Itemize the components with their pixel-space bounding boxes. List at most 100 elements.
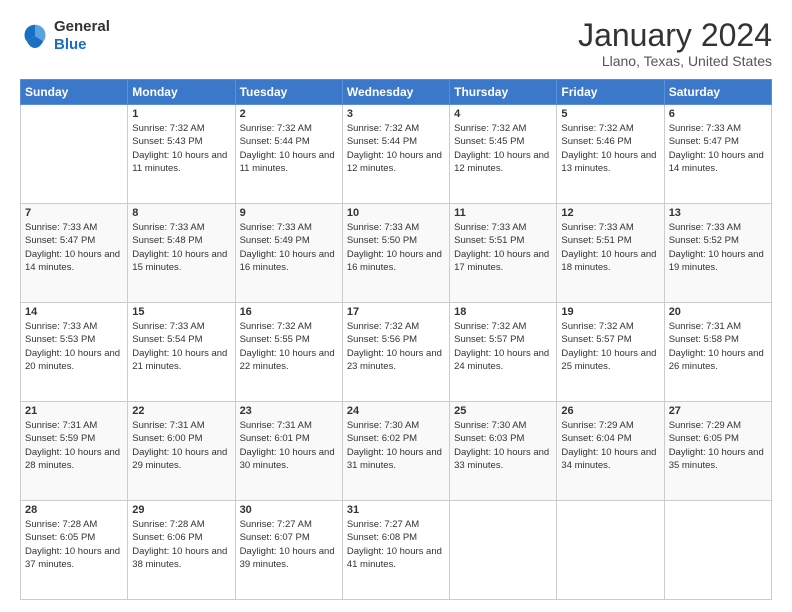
- logo-icon: [20, 21, 50, 51]
- cell-info: Sunrise: 7:27 AMSunset: 6:07 PMDaylight:…: [240, 518, 338, 571]
- cell-info: Sunrise: 7:32 AMSunset: 5:44 PMDaylight:…: [347, 122, 445, 175]
- day-number: 30: [240, 504, 338, 516]
- cell-info: Sunrise: 7:29 AMSunset: 6:04 PMDaylight:…: [561, 419, 659, 472]
- cell-info: Sunrise: 7:32 AMSunset: 5:44 PMDaylight:…: [240, 122, 338, 175]
- day-number: 9: [240, 207, 338, 219]
- page: General Blue January 2024 Llano, Texas, …: [0, 0, 792, 612]
- calendar-cell: 16Sunrise: 7:32 AMSunset: 5:55 PMDayligh…: [235, 303, 342, 402]
- day-number: 29: [132, 504, 230, 516]
- calendar-cell: 29 Sunrise: 7:28 AMSunset: 6:06 PMDayligh…: [128, 501, 235, 600]
- day-number: 25: [454, 405, 552, 417]
- cell-info: Sunrise: 7:32 AMSunset: 5:43 PMDaylight:…: [132, 122, 230, 175]
- day-number: 17: [347, 306, 445, 318]
- calendar-cell: 27 Sunrise: 7:29 AMSunset: 6:05 PMDayligh…: [664, 402, 771, 501]
- calendar-cell: 26 Sunrise: 7:29 AMSunset: 6:04 PMDayligh…: [557, 402, 664, 501]
- logo-text: General Blue: [54, 18, 110, 54]
- calendar-cell: 7Sunrise: 7:33 AMSunset: 5:47 PMDaylight…: [21, 204, 128, 303]
- day-number: 19: [561, 306, 659, 318]
- calendar-cell: 18Sunrise: 7:32 AMSunset: 5:57 PMDayligh…: [450, 303, 557, 402]
- day-number: 28: [25, 504, 123, 516]
- logo-blue: Blue: [54, 36, 110, 54]
- logo-general: General: [54, 18, 110, 36]
- cell-info: Sunrise: 7:31 AMSunset: 6:00 PMDaylight:…: [132, 419, 230, 472]
- cell-info: Sunrise: 7:27 AMSunset: 6:08 PMDaylight:…: [347, 518, 445, 571]
- col-sunday: Sunday: [21, 80, 128, 105]
- calendar-cell: 11 Sunrise: 7:33 AMSunset: 5:51 PMDayligh…: [450, 204, 557, 303]
- calendar-cell: 19 Sunrise: 7:32 AMSunset: 5:57 PMDayligh…: [557, 303, 664, 402]
- day-number: 24: [347, 405, 445, 417]
- calendar-cell: 4 Sunrise: 7:32 AMSunset: 5:45 PMDaylight…: [450, 105, 557, 204]
- day-number: 12: [561, 207, 659, 219]
- day-number: 3: [347, 108, 445, 120]
- cell-info: Sunrise: 7:32 AMSunset: 5:57 PMDaylight:…: [561, 320, 659, 373]
- cell-info: Sunrise: 7:28 AMSunset: 6:05 PMDaylight:…: [25, 518, 123, 571]
- calendar-cell: 15 Sunrise: 7:33 AMSunset: 5:54 PMDayligh…: [128, 303, 235, 402]
- day-number: 23: [240, 405, 338, 417]
- logo: General Blue: [20, 18, 110, 54]
- cell-info: Sunrise: 7:33 AMSunset: 5:53 PMDaylight:…: [25, 320, 123, 373]
- calendar-cell: 25Sunrise: 7:30 AMSunset: 6:03 PMDayligh…: [450, 402, 557, 501]
- calendar-cell: 22Sunrise: 7:31 AMSunset: 6:00 PMDayligh…: [128, 402, 235, 501]
- header: General Blue January 2024 Llano, Texas, …: [20, 18, 772, 69]
- day-number: 31: [347, 504, 445, 516]
- cell-info: Sunrise: 7:33 AMSunset: 5:52 PMDaylight:…: [669, 221, 767, 274]
- calendar-cell: [21, 105, 128, 204]
- calendar-cell: 21 Sunrise: 7:31 AMSunset: 5:59 PMDayligh…: [21, 402, 128, 501]
- day-number: 10: [347, 207, 445, 219]
- day-number: 14: [25, 306, 123, 318]
- col-thursday: Thursday: [450, 80, 557, 105]
- calendar-cell: 2 Sunrise: 7:32 AMSunset: 5:44 PMDaylight…: [235, 105, 342, 204]
- cell-info: Sunrise: 7:31 AMSunset: 6:01 PMDaylight:…: [240, 419, 338, 472]
- cell-info: Sunrise: 7:33 AMSunset: 5:47 PMDaylight:…: [669, 122, 767, 175]
- col-monday: Monday: [128, 80, 235, 105]
- cell-info: Sunrise: 7:31 AMSunset: 5:58 PMDaylight:…: [669, 320, 767, 373]
- calendar-cell: 3 Sunrise: 7:32 AMSunset: 5:44 PMDaylight…: [342, 105, 449, 204]
- cell-info: Sunrise: 7:31 AMSunset: 5:59 PMDaylight:…: [25, 419, 123, 472]
- day-number: 11: [454, 207, 552, 219]
- col-friday: Friday: [557, 80, 664, 105]
- calendar-cell: 6 Sunrise: 7:33 AMSunset: 5:47 PMDaylight…: [664, 105, 771, 204]
- day-number: 26: [561, 405, 659, 417]
- calendar-cell: 14 Sunrise: 7:33 AMSunset: 5:53 PMDayligh…: [21, 303, 128, 402]
- cell-info: Sunrise: 7:28 AMSunset: 6:06 PMDaylight:…: [132, 518, 230, 571]
- calendar-week-4: 21 Sunrise: 7:31 AMSunset: 5:59 PMDayligh…: [21, 402, 772, 501]
- calendar-cell: 23 Sunrise: 7:31 AMSunset: 6:01 PMDayligh…: [235, 402, 342, 501]
- calendar-week-3: 14 Sunrise: 7:33 AMSunset: 5:53 PMDayligh…: [21, 303, 772, 402]
- day-number: 21: [25, 405, 123, 417]
- calendar-header-row: Sunday Monday Tuesday Wednesday Thursday…: [21, 80, 772, 105]
- day-number: 16: [240, 306, 338, 318]
- calendar-cell: [664, 501, 771, 600]
- day-number: 8: [132, 207, 230, 219]
- cell-info: Sunrise: 7:33 AMSunset: 5:47 PMDaylight:…: [25, 221, 123, 274]
- calendar-cell: 24 Sunrise: 7:30 AMSunset: 6:02 PMDayligh…: [342, 402, 449, 501]
- day-number: 20: [669, 306, 767, 318]
- cell-info: Sunrise: 7:32 AMSunset: 5:45 PMDaylight:…: [454, 122, 552, 175]
- cell-info: Sunrise: 7:32 AMSunset: 5:56 PMDaylight:…: [347, 320, 445, 373]
- day-number: 13: [669, 207, 767, 219]
- day-number: 15: [132, 306, 230, 318]
- cell-info: Sunrise: 7:33 AMSunset: 5:51 PMDaylight:…: [454, 221, 552, 274]
- calendar-week-2: 7Sunrise: 7:33 AMSunset: 5:47 PMDaylight…: [21, 204, 772, 303]
- day-number: 6: [669, 108, 767, 120]
- calendar-cell: [557, 501, 664, 600]
- day-number: 27: [669, 405, 767, 417]
- calendar-cell: 13 Sunrise: 7:33 AMSunset: 5:52 PMDayligh…: [664, 204, 771, 303]
- col-wednesday: Wednesday: [342, 80, 449, 105]
- day-number: 4: [454, 108, 552, 120]
- calendar-cell: 20 Sunrise: 7:31 AMSunset: 5:58 PMDayligh…: [664, 303, 771, 402]
- location: Llano, Texas, United States: [578, 53, 772, 69]
- day-number: 18: [454, 306, 552, 318]
- cell-info: Sunrise: 7:29 AMSunset: 6:05 PMDaylight:…: [669, 419, 767, 472]
- cell-info: Sunrise: 7:33 AMSunset: 5:50 PMDaylight:…: [347, 221, 445, 274]
- cell-info: Sunrise: 7:33 AMSunset: 5:54 PMDaylight:…: [132, 320, 230, 373]
- col-tuesday: Tuesday: [235, 80, 342, 105]
- calendar-cell: 1Sunrise: 7:32 AMSunset: 5:43 PMDaylight…: [128, 105, 235, 204]
- day-number: 2: [240, 108, 338, 120]
- cell-info: Sunrise: 7:30 AMSunset: 6:02 PMDaylight:…: [347, 419, 445, 472]
- col-saturday: Saturday: [664, 80, 771, 105]
- title-area: January 2024 Llano, Texas, United States: [578, 18, 772, 69]
- calendar-week-1: 1Sunrise: 7:32 AMSunset: 5:43 PMDaylight…: [21, 105, 772, 204]
- calendar-cell: 5Sunrise: 7:32 AMSunset: 5:46 PMDaylight…: [557, 105, 664, 204]
- cell-info: Sunrise: 7:32 AMSunset: 5:46 PMDaylight:…: [561, 122, 659, 175]
- calendar-cell: 10 Sunrise: 7:33 AMSunset: 5:50 PMDayligh…: [342, 204, 449, 303]
